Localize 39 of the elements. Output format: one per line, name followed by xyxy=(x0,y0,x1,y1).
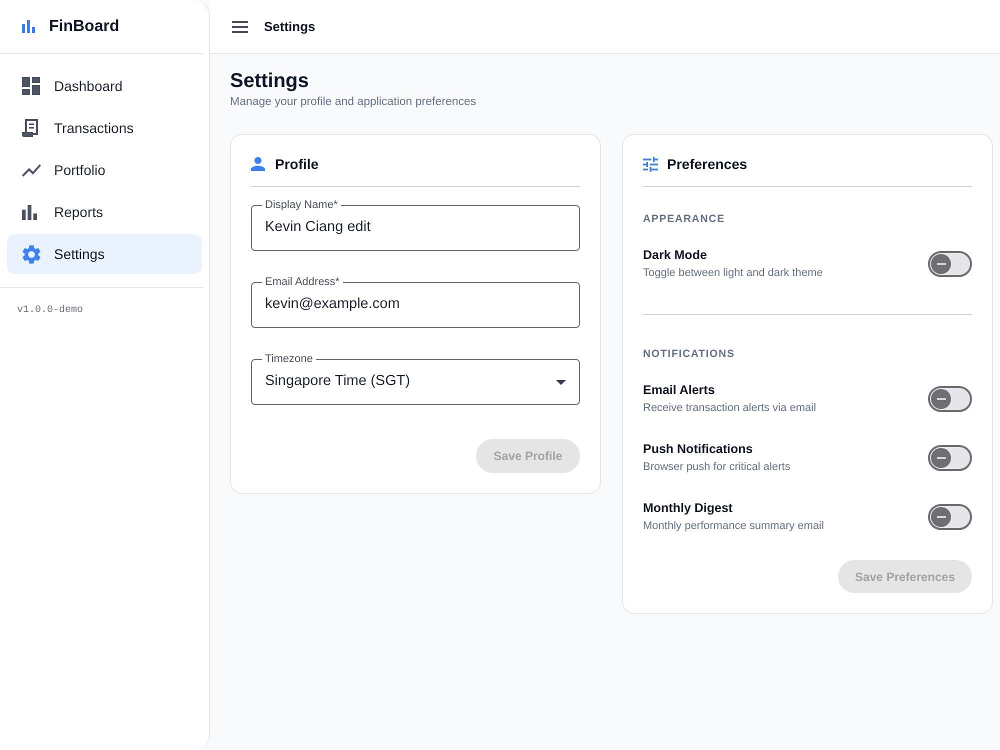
input-field[interactable]: Email Address* kevin@example.com xyxy=(251,276,580,328)
sidebar-item[interactable]: Dashboard xyxy=(7,66,202,106)
app-name: FinBoard xyxy=(49,16,120,36)
setting-label: Email Alerts xyxy=(643,382,716,398)
section-heading: NOTIFICATIONS xyxy=(643,347,736,362)
card-title: Profile xyxy=(275,154,319,174)
caret-icon xyxy=(556,380,566,384)
select-field[interactable]: Timezone Singapore Time (SGT) xyxy=(251,353,580,405)
setting-description: Receive transaction alerts via email xyxy=(643,401,816,416)
setting-description: Toggle between light and dark theme xyxy=(643,266,823,281)
top-bar-title: Settings xyxy=(264,18,316,36)
card-title: Preferences xyxy=(667,154,748,174)
setting-description: Monthly performance summary email xyxy=(643,519,824,534)
document-icon xyxy=(22,119,38,137)
toggle-switch[interactable] xyxy=(928,504,972,530)
sidebar-item[interactable]: Transactions xyxy=(7,108,202,148)
dashboard-icon xyxy=(22,77,40,95)
toggle-switch[interactable] xyxy=(928,251,972,277)
setting-label: Push Notifications xyxy=(643,441,754,457)
sidebar-item[interactable]: Portfolio xyxy=(7,150,202,190)
line-chart-icon xyxy=(22,164,41,176)
sidebar-item[interactable]: Reports xyxy=(7,192,202,232)
menu-icon[interactable] xyxy=(232,20,248,32)
setting-label: Dark Mode xyxy=(643,247,708,263)
section-heading: APPEARANCE xyxy=(643,212,726,227)
page-title: Settings xyxy=(230,69,310,94)
toggle-switch[interactable] xyxy=(928,386,972,412)
sliders-icon xyxy=(643,156,658,172)
bar-chart-icon xyxy=(22,204,37,220)
settings-icon xyxy=(22,244,41,264)
setting-description: Browser push for critical alerts xyxy=(643,460,790,475)
person-icon xyxy=(251,157,265,171)
sidebar-item[interactable]: Settings xyxy=(7,234,202,274)
bar-chart-logo-icon xyxy=(22,20,35,33)
page-subtitle: Manage your profile and application preferences xyxy=(230,95,478,110)
input-field[interactable]: Display Name* Kevin Ciang edit xyxy=(251,199,580,251)
version-label: v1.0.0-demo xyxy=(17,305,84,317)
setting-label: Monthly Digest xyxy=(643,500,734,516)
toggle-switch[interactable] xyxy=(928,445,972,471)
